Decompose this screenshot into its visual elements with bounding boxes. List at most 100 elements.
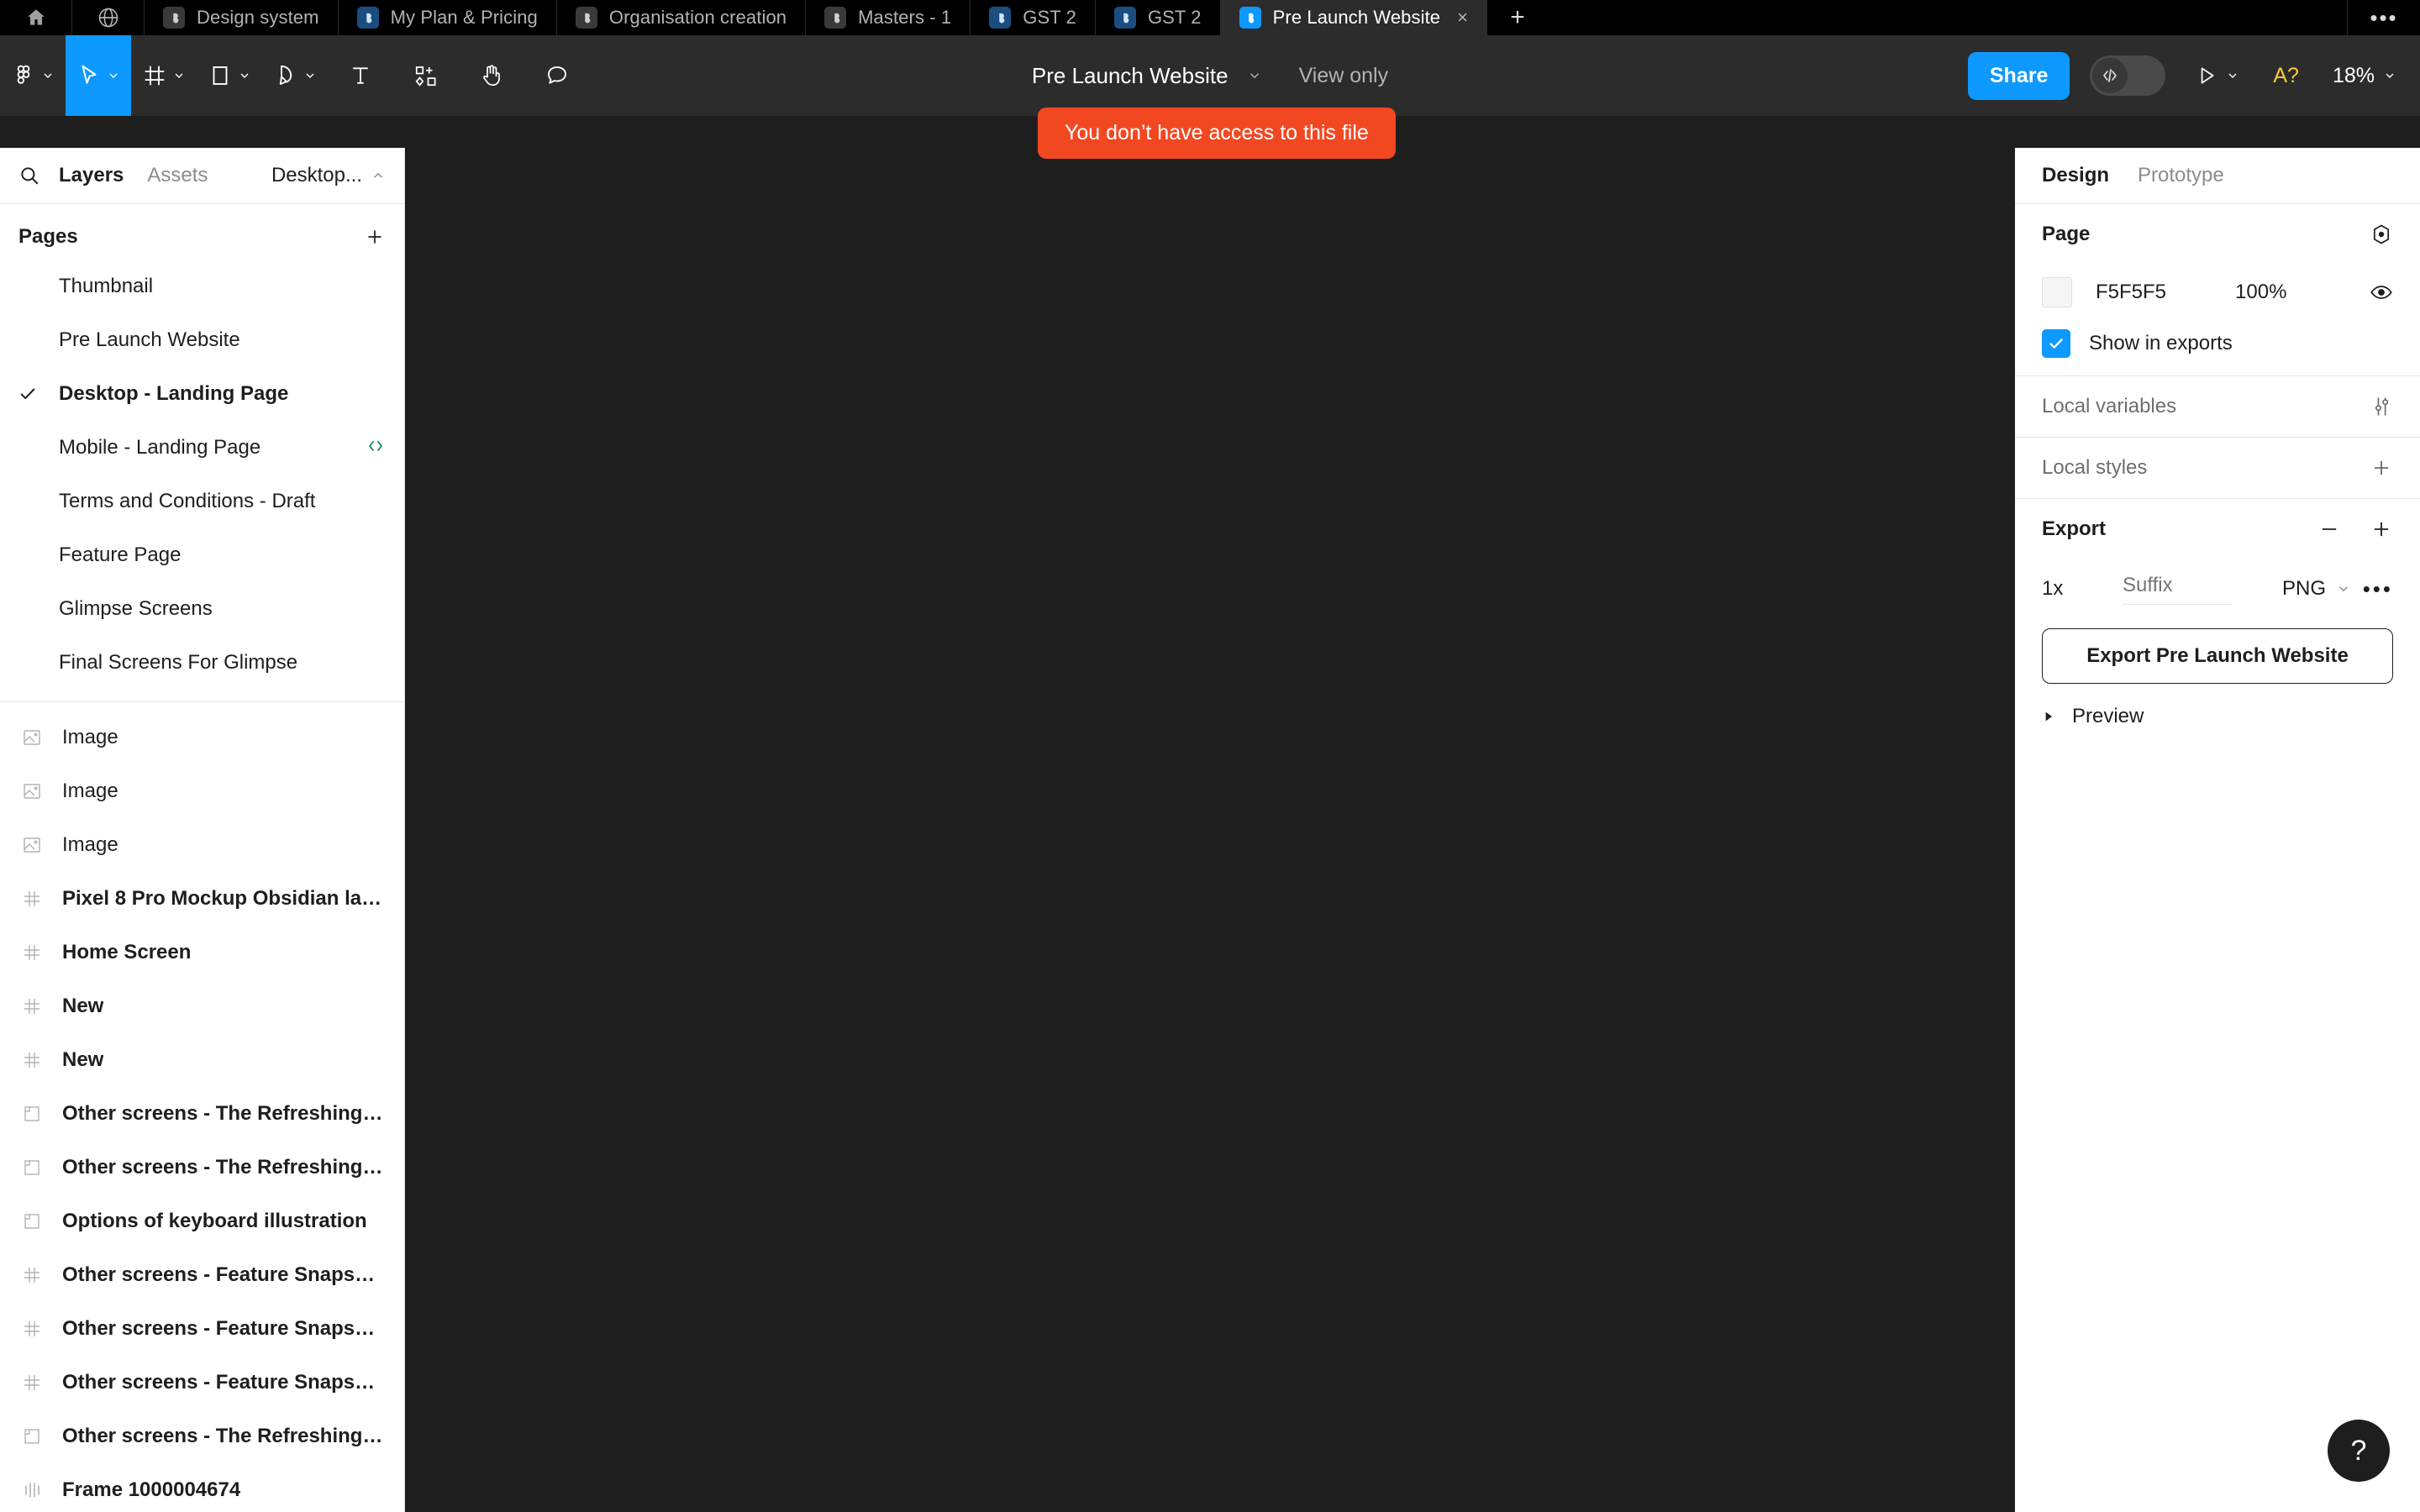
browser-tab[interactable]: Masters - 1 (806, 0, 971, 35)
browser-tab-active[interactable]: Pre Launch Website × (1220, 0, 1487, 35)
design-canvas[interactable] (405, 148, 2015, 1512)
autolayout-icon (18, 1480, 45, 1500)
preview-label: Preview (2072, 705, 2144, 727)
zoom-control[interactable]: 18% (2333, 64, 2396, 88)
browser-tab[interactable]: Design system (145, 0, 339, 35)
layer-row[interactable]: Image (0, 764, 404, 818)
editor-toolbar: Pre Launch Website View only Share A? 18… (0, 35, 2420, 116)
layer-label: New (62, 1048, 104, 1071)
page-settings-icon[interactable] (2370, 223, 2393, 246)
tab-bar-overflow-menu[interactable]: ••• (2348, 0, 2420, 35)
layer-row[interactable]: Image (0, 818, 404, 872)
frame-icon[interactable] (131, 35, 197, 116)
fill-hex-value[interactable]: F5F5F5 (2096, 281, 2166, 304)
fill-opacity-value[interactable]: 100% (2235, 281, 2286, 304)
page-item-pre-launch-website[interactable]: Pre Launch Website (0, 313, 404, 367)
page-item-label: Glimpse Screens (59, 597, 213, 620)
browser-tab[interactable]: GST 2 (971, 0, 1096, 35)
layer-row[interactable]: Other screens - Feature Snapshots (0, 1248, 404, 1302)
plus-icon: + (1510, 3, 1525, 31)
layer-row[interactable]: Frame 1000004674 (0, 1463, 404, 1512)
local-styles-section: Local styles (2015, 438, 2420, 499)
home-icon[interactable] (0, 0, 72, 35)
local-styles-header: Local styles (2042, 438, 2393, 498)
dev-mode-toggle[interactable] (2090, 55, 2166, 96)
comment-icon[interactable] (524, 35, 590, 116)
eye-icon[interactable] (2370, 281, 2393, 304)
layer-label: New (62, 995, 104, 1017)
right-sidebar: Design Prototype Page F5F5F5 100% Show i… (2015, 148, 2420, 1512)
layer-row[interactable]: Pixel 8 Pro Mockup Obsidian label (0, 872, 404, 926)
layer-row[interactable]: New (0, 979, 404, 1033)
page-item-label: Feature Page (59, 543, 182, 566)
rectangle-icon[interactable] (197, 35, 262, 116)
code-brackets-icon (2092, 58, 2128, 93)
share-button[interactable]: Share (1967, 51, 2070, 100)
layer-row[interactable]: New (0, 1033, 404, 1087)
pen-icon[interactable] (262, 35, 328, 116)
tab-design[interactable]: Design (2042, 164, 2109, 187)
add-page-button[interactable] (364, 226, 386, 248)
help-button[interactable]: ? (2328, 1420, 2390, 1482)
sliders-icon[interactable] (2370, 395, 2393, 418)
text-icon[interactable] (328, 35, 393, 116)
show-in-exports-checkbox[interactable] (2042, 329, 2070, 358)
add-export-button[interactable] (2370, 517, 2393, 541)
layer-row[interactable]: Other screens - The Refreshing Al... (0, 1141, 404, 1194)
hand-icon[interactable] (459, 35, 524, 116)
browser-tab[interactable]: My Plan & Pricing (339, 0, 557, 35)
export-button[interactable]: Export Pre Launch Website (2042, 628, 2393, 684)
present-button[interactable] (2196, 65, 2239, 87)
export-format-select[interactable]: PNG (2282, 577, 2351, 601)
figma-file-icon (1239, 7, 1261, 29)
close-icon[interactable]: × (1457, 8, 1468, 27)
search-icon[interactable] (18, 165, 40, 186)
resources-icon[interactable] (393, 35, 459, 116)
layer-row[interactable]: Image (0, 711, 404, 764)
browser-tab[interactable]: Organisation creation (557, 0, 807, 35)
layer-row[interactable]: Other screens - Feature Snapshots (0, 1356, 404, 1410)
layer-label: Image (62, 726, 118, 748)
fill-color-swatch[interactable] (2042, 277, 2072, 307)
browser-tab[interactable]: GST 2 (1096, 0, 1221, 35)
export-suffix-input[interactable] (2123, 573, 2232, 605)
triangle-right-icon (2045, 711, 2052, 722)
tab-label: My Plan & Pricing (390, 7, 538, 28)
toolbar-tools-group (0, 35, 590, 116)
new-tab-button[interactable]: + (1487, 0, 1548, 35)
tab-prototype[interactable]: Prototype (2138, 164, 2224, 187)
layer-row[interactable]: Other screens - Feature Snapshots (0, 1302, 404, 1356)
layer-label: Image (62, 780, 118, 802)
layer-row[interactable]: Home Screen (0, 926, 404, 979)
layer-row[interactable]: Other screens - The Refreshing Al... (0, 1087, 404, 1141)
layer-row[interactable]: Other screens - The Refreshing Al... (0, 1410, 404, 1463)
view-mode-label: View only (1298, 63, 1389, 87)
image-icon (18, 781, 45, 801)
tab-assets[interactable]: Assets (147, 164, 208, 187)
page-item-terms-and-conditions-draft[interactable]: Terms and Conditions - Draft (0, 475, 404, 528)
preview-disclosure[interactable]: Preview (2042, 684, 2393, 749)
remove-export-button[interactable] (2317, 517, 2341, 541)
move-cursor-icon[interactable] (66, 35, 131, 116)
page-item-desktop-landing-page[interactable]: Desktop - Landing Page (0, 367, 404, 421)
export-scale-value[interactable]: 1x (2042, 577, 2123, 601)
code-brackets-icon[interactable] (366, 436, 386, 460)
chevron-down-icon[interactable] (1247, 68, 1262, 83)
page-selector[interactable]: Desktop... (271, 164, 386, 187)
page-item-glimpse-screens[interactable]: Glimpse Screens (0, 582, 404, 636)
globe-icon[interactable] (72, 0, 145, 35)
tab-layers[interactable]: Layers (59, 164, 124, 187)
page-item-mobile-landing-page[interactable]: Mobile - Landing Page (0, 421, 404, 475)
status-badge[interactable]: A? (2273, 64, 2299, 88)
page-item-thumbnail[interactable]: Thumbnail (0, 260, 404, 313)
layer-row[interactable]: Options of keyboard illustration (0, 1194, 404, 1248)
page-item-final-screens-for-glimpse[interactable]: Final Screens For Glimpse (0, 636, 404, 690)
page-item-label: Mobile - Landing Page (59, 436, 261, 459)
layer-label: Other screens - Feature Snapshots (62, 1263, 386, 1286)
page-item-feature-page[interactable]: Feature Page (0, 528, 404, 582)
component-icon (18, 1265, 45, 1285)
export-more-options-button[interactable]: ••• (2363, 576, 2393, 602)
figma-menu-icon[interactable] (0, 35, 66, 116)
add-style-button[interactable] (2370, 456, 2393, 480)
figma-file-icon (356, 7, 379, 29)
